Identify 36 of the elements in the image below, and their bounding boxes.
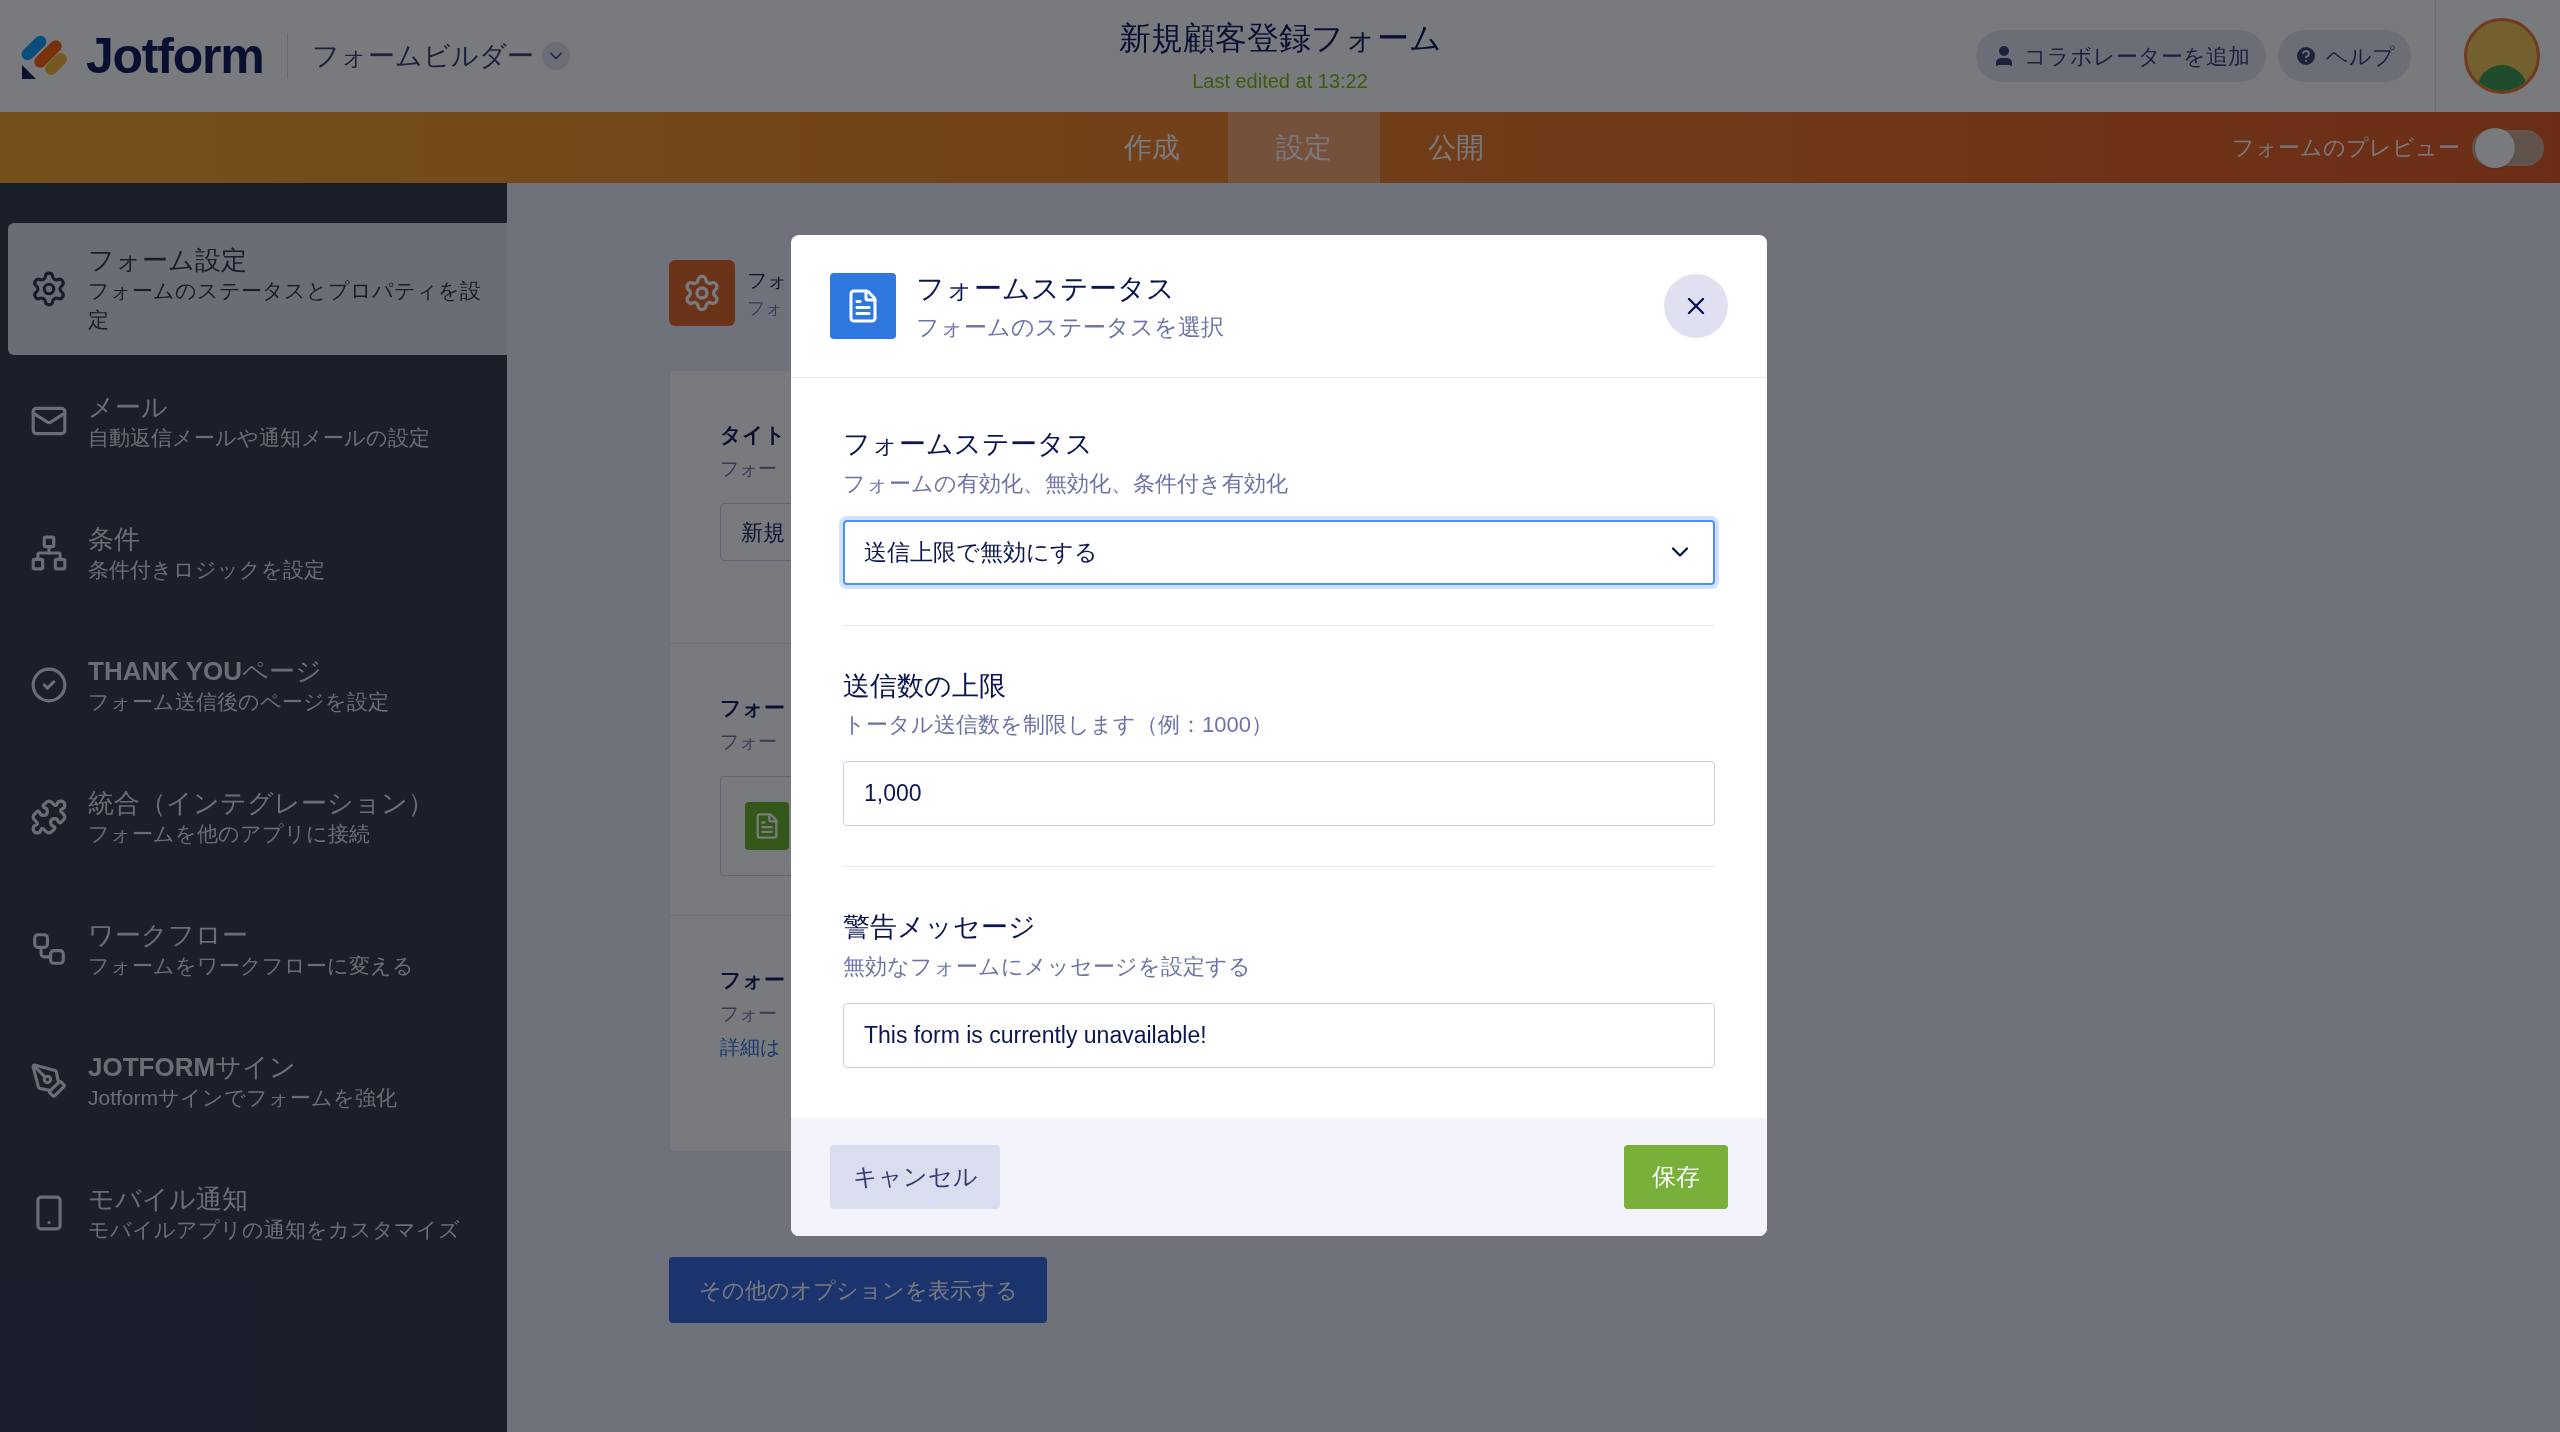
field-hint: フォームの有効化、無効化、条件付き有効化 [843, 469, 1289, 498]
sidebar-item-title: 統合（インテグレーション） [88, 786, 434, 819]
sidebar-item-subtitle: フォーム送信後のページを設定 [88, 688, 389, 715]
sidebar-item-subtitle: 条件付きロジックを設定 [88, 556, 325, 583]
section-title: タイト [720, 422, 786, 448]
sidebar-item-title: フォーム設定 [88, 244, 248, 276]
last-edited-text: Last edited at 13:22 [1192, 69, 1368, 94]
modal-subtitle: フォームのステータスを選択 [916, 312, 1224, 342]
sidebar-item-subtitle: フォームのステータスとプロパティを設定 [88, 278, 482, 333]
section-subtitle: フォー [720, 1001, 777, 1026]
sidebar-item-title: 条件 [88, 522, 141, 555]
logo-text: Jotform [86, 26, 264, 86]
field-hint: 無効なフォームにメッセージを設定する [843, 952, 1252, 981]
sidebar-item-title: ワークフロー [88, 918, 249, 951]
settings-title: フォ [747, 267, 787, 293]
modal-title: フォームステータス [916, 271, 1176, 306]
preview-label: フォームのプレビュー [2232, 134, 2460, 162]
sidebar-item-subtitle: Jotformサインでフォームを強化 [88, 1084, 397, 1111]
sidebar-item-subtitle: モバイルアプリの通知をカスタマイズ [88, 1216, 460, 1243]
sidebar-item-title: モバイル通知 [88, 1182, 249, 1215]
sidebar-item-title: メール [88, 390, 169, 423]
section-title: フォー [720, 967, 785, 993]
sidebar-item-subtitle: フォームをワークフローに変える [88, 952, 414, 979]
section-subtitle: フォー [720, 729, 777, 754]
section-subtitle: フォー [720, 456, 777, 481]
field-label: 送信数の上限 [843, 669, 1007, 703]
sidebar-item-subtitle: 自動返信メールや通知メールの設定 [88, 424, 430, 451]
sidebar-item-title: THANK YOUページ [88, 654, 324, 687]
settings-subtitle: フォ [747, 296, 783, 320]
field-hint: トータル送信数を制限します（例：1000） [843, 711, 1274, 739]
sidebar-item-title: JOTFORMサイン [88, 1050, 298, 1083]
field-label: フォームステータス [843, 428, 1094, 461]
sidebar-item-subtitle: フォームを他のアプリに接続 [88, 820, 371, 847]
section-title: フォー [720, 695, 785, 721]
field-label: 警告メッセージ [843, 911, 1037, 944]
form-title: 新規顧客登録フォーム [1118, 19, 1442, 58]
